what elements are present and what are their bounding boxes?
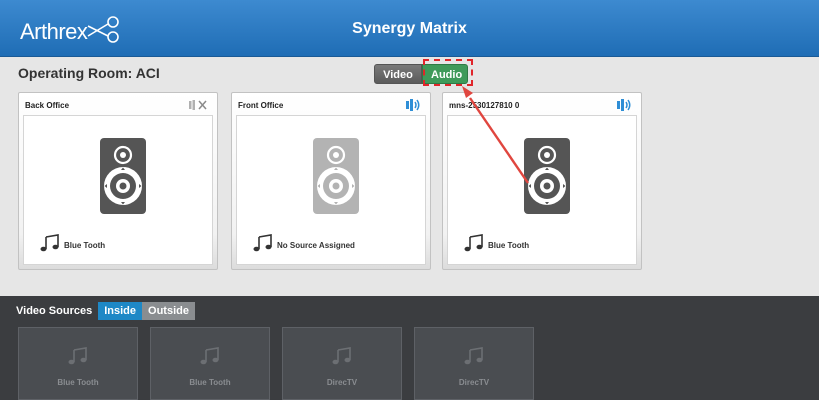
zone-card-front-office[interactable]: Front Office No Source Assigned	[231, 92, 431, 270]
zone-card-back-office[interactable]: Back Office Blue Tooth	[18, 92, 218, 270]
app-title: Synergy Matrix	[352, 20, 467, 37]
tab-outside[interactable]: Outside	[142, 302, 195, 320]
zone-body: No Source Assigned	[236, 115, 426, 265]
zone-name: Front Office	[238, 101, 284, 110]
music-note-icon	[253, 234, 272, 252]
source-tile[interactable]: Blue Tooth	[150, 327, 270, 400]
source-tile-label: Blue Tooth	[57, 378, 99, 387]
source-tile-label: DirecTV	[458, 378, 490, 387]
source-tile[interactable]: Blue Tooth	[18, 327, 138, 400]
speaker-icon	[313, 138, 359, 214]
source-tile-label: DirecTV	[326, 378, 358, 387]
music-note-icon	[464, 234, 483, 252]
zone-source-label: Blue Tooth	[488, 241, 530, 250]
source-tile-label: Blue Tooth	[189, 378, 231, 387]
music-note-icon	[40, 234, 59, 252]
source-tile[interactable]: DirecTV	[414, 327, 534, 400]
music-note-icon	[200, 347, 219, 365]
zone-name: mns-2530127810 0	[449, 101, 520, 110]
speaker-icon	[524, 138, 570, 214]
zone-source-label: No Source Assigned	[277, 241, 355, 250]
music-note-icon	[68, 347, 87, 365]
zone-body: Blue Tooth	[23, 115, 213, 265]
zone-card-mns[interactable]: mns-2530127810 0 Blue Tooth	[442, 92, 642, 270]
room-title: Operating Room: ACI	[18, 65, 160, 81]
speaker-on-icon[interactable]	[405, 98, 421, 112]
audio-button-highlight	[423, 59, 473, 86]
music-note-icon	[332, 347, 351, 365]
tab-inside[interactable]: Inside	[98, 302, 143, 320]
sources-title: Video Sources	[16, 305, 93, 317]
sources-bar: Video Sources Inside Outside	[16, 302, 195, 320]
app-header: Arthrex Synergy Matrix	[0, 0, 819, 57]
zone-source: Blue Tooth	[464, 234, 529, 252]
source-tile[interactable]: DirecTV	[282, 327, 402, 400]
speaker-muted-icon[interactable]	[188, 98, 208, 112]
video-sources-panel: Video Sources Inside Outside Blue Tooth …	[0, 296, 819, 400]
speaker-on-icon[interactable]	[616, 98, 632, 112]
zone-body: Blue Tooth	[447, 115, 637, 265]
zone-name: Back Office	[25, 101, 70, 110]
video-mode-button[interactable]: Video	[374, 64, 422, 84]
zone-source-label: Blue Tooth	[64, 241, 106, 250]
speaker-icon	[100, 138, 146, 214]
zone-source: No Source Assigned	[253, 234, 355, 252]
music-note-icon	[464, 347, 483, 365]
zone-source: Blue Tooth	[40, 234, 105, 252]
